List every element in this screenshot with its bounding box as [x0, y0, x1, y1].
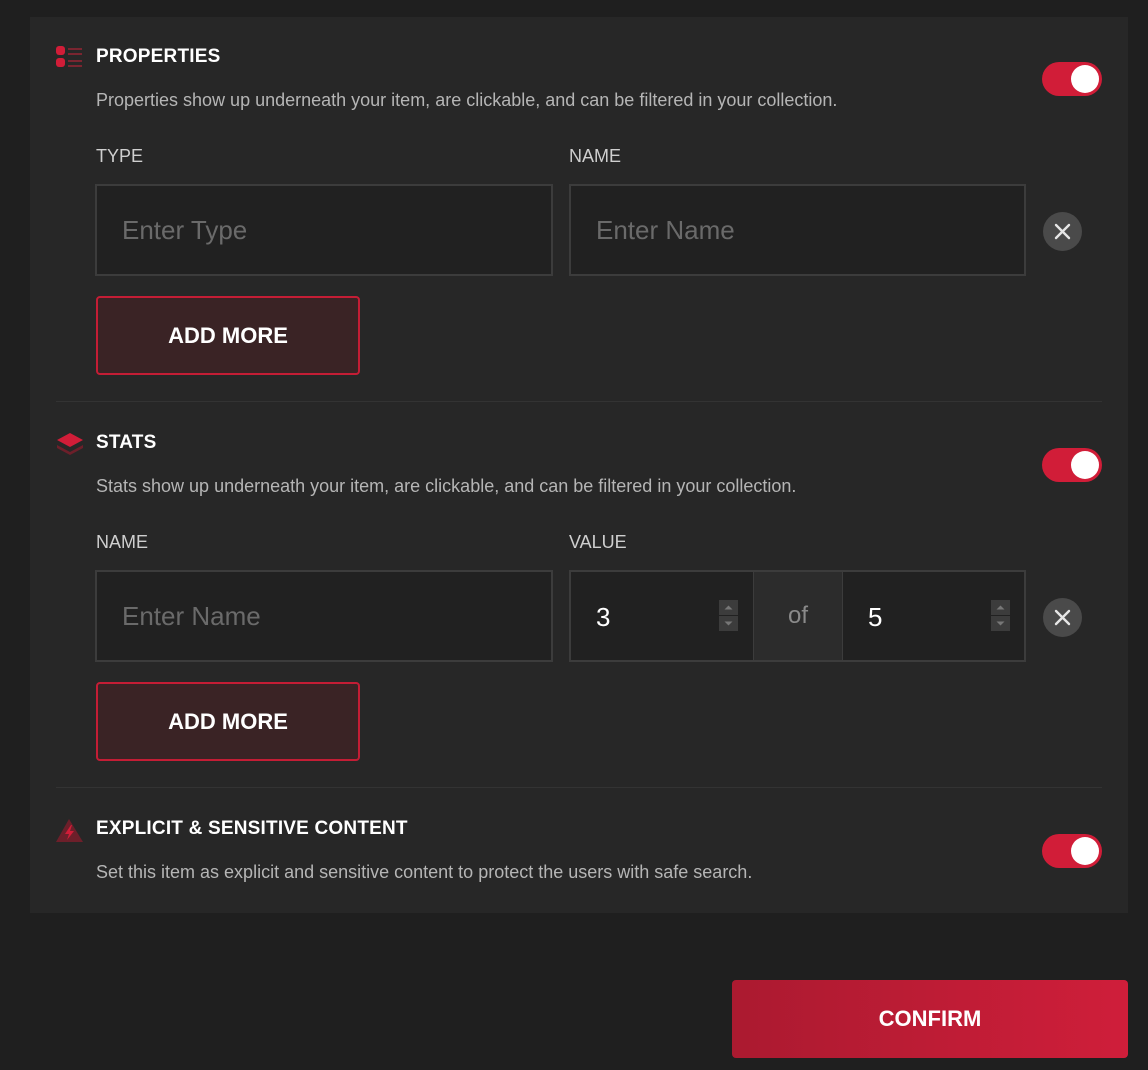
name-column-label: NAME — [569, 146, 622, 166]
divider — [56, 787, 1102, 788]
remove-stat-button[interactable] — [1043, 598, 1082, 637]
value-column-label: VALUE — [569, 532, 627, 552]
stat-name-input[interactable] — [97, 572, 551, 660]
divider — [56, 401, 1102, 402]
properties-section: PROPERTIES Properties show up underneath… — [30, 17, 1128, 402]
stats-toggle[interactable] — [1042, 448, 1102, 482]
add-more-properties-button[interactable]: ADD MORE — [96, 296, 360, 375]
stat-value-group: 3 of 5 — [569, 570, 1026, 662]
explicit-title: EXPLICIT & SENSITIVE CONTENT — [96, 818, 408, 839]
stat-max-cell[interactable]: 5 — [843, 572, 1024, 660]
value-decrement-button[interactable] — [719, 616, 738, 631]
value-stepper — [719, 600, 738, 631]
max-stepper — [991, 600, 1010, 631]
type-input[interactable] — [97, 186, 551, 274]
add-more-stats-button[interactable]: ADD MORE — [96, 682, 360, 761]
stat-value-cell[interactable]: 3 — [571, 572, 753, 660]
value-increment-button[interactable] — [719, 600, 738, 615]
warning-bolt-icon — [56, 818, 84, 842]
max-increment-button[interactable] — [991, 600, 1010, 615]
settings-panel: PROPERTIES Properties show up underneath… — [30, 17, 1128, 913]
max-decrement-button[interactable] — [991, 616, 1010, 631]
properties-description: Properties show up underneath your item,… — [96, 90, 838, 110]
caret-down-icon — [996, 621, 1005, 626]
explicit-description: Set this item as explicit and sensitive … — [96, 862, 753, 882]
stats-title: STATS — [96, 432, 157, 453]
caret-up-icon — [996, 605, 1005, 610]
properties-title: PROPERTIES — [96, 46, 221, 67]
toggle-knob — [1071, 65, 1099, 93]
caret-down-icon — [724, 621, 733, 626]
of-separator: of — [753, 572, 843, 660]
remove-property-button[interactable] — [1043, 212, 1082, 251]
toggle-knob — [1071, 837, 1099, 865]
type-column-label: TYPE — [96, 146, 144, 166]
explicit-toggle[interactable] — [1042, 834, 1102, 868]
stat-name-field — [95, 570, 553, 662]
property-name-field — [569, 184, 1026, 276]
stat-name-column-label: NAME — [96, 532, 149, 552]
property-name-input[interactable] — [571, 186, 1024, 274]
stats-section: STATS Stats show up underneath your item… — [30, 403, 1128, 788]
list-icon — [56, 46, 84, 70]
confirm-button[interactable]: CONFIRM — [732, 980, 1128, 1058]
stat-max[interactable]: 5 — [868, 603, 882, 631]
type-field — [95, 184, 553, 276]
toggle-knob — [1071, 451, 1099, 479]
explicit-section: EXPLICIT & SENSITIVE CONTENT Set this it… — [30, 789, 1128, 913]
layers-icon — [56, 432, 84, 456]
close-icon — [1054, 609, 1071, 626]
close-icon — [1054, 223, 1071, 240]
stats-description: Stats show up underneath your item, are … — [96, 476, 797, 496]
caret-up-icon — [724, 605, 733, 610]
properties-toggle[interactable] — [1042, 62, 1102, 96]
stat-value[interactable]: 3 — [596, 603, 610, 631]
